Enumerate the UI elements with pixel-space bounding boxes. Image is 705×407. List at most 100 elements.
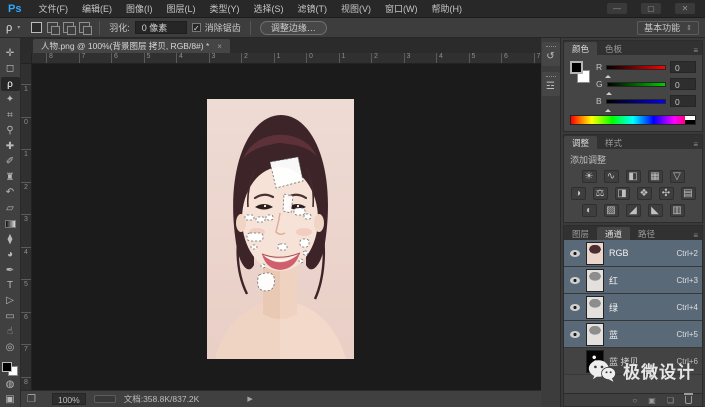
visibility-eye-icon[interactable] bbox=[568, 276, 581, 285]
menu-item-select[interactable]: 选择(S) bbox=[246, 2, 290, 15]
posterize-icon[interactable]: ▨ bbox=[604, 204, 619, 217]
channel-row-rgb[interactable]: RGB Ctrl+2 bbox=[564, 240, 702, 267]
levels-icon[interactable]: ∿ bbox=[604, 170, 619, 183]
move-tool[interactable]: ✛ bbox=[1, 46, 20, 60]
panel-menu-icon[interactable]: ≡ bbox=[693, 140, 702, 149]
channel-thumbnail[interactable] bbox=[586, 296, 604, 319]
lasso-tool[interactable]: ρ bbox=[1, 77, 20, 91]
blue-value-input[interactable]: 0 bbox=[670, 95, 696, 107]
new-channel-icon[interactable]: ❏ bbox=[667, 396, 674, 405]
channel-thumbnail[interactable] bbox=[586, 323, 604, 346]
green-value-input[interactable]: 0 bbox=[670, 78, 696, 90]
refine-edge-button[interactable]: 调整边缘… bbox=[260, 21, 327, 35]
eraser-tool[interactable]: ▱ bbox=[1, 201, 20, 215]
subtract-from-selection-icon[interactable] bbox=[63, 22, 74, 33]
history-brush-tool[interactable]: ↶ bbox=[1, 185, 20, 199]
exposure-icon[interactable]: ▦ bbox=[648, 170, 663, 183]
tab-adjustments[interactable]: 调整 bbox=[564, 136, 597, 149]
channel-thumbnail[interactable] bbox=[586, 242, 604, 265]
green-slider[interactable] bbox=[607, 82, 666, 87]
gradient-tool[interactable] bbox=[1, 216, 20, 230]
color-lookup-icon[interactable]: ▤ bbox=[681, 187, 696, 200]
visibility-eye-icon[interactable] bbox=[568, 330, 581, 339]
workspace-selector[interactable]: 基本功能 ⇕ bbox=[637, 21, 699, 35]
tab-channels[interactable]: 通道 bbox=[597, 227, 630, 240]
shape-tool[interactable]: ▭ bbox=[1, 309, 20, 323]
menu-item-layer[interactable]: 图层(L) bbox=[159, 2, 202, 15]
feather-input[interactable]: 0 像素 bbox=[135, 21, 187, 34]
gradient-map-icon[interactable]: ▥ bbox=[670, 204, 685, 217]
brightness-contrast-icon[interactable]: ☀ bbox=[582, 170, 597, 183]
minimize-button[interactable]: — bbox=[607, 3, 627, 14]
menu-item-view[interactable]: 视图(V) bbox=[334, 2, 378, 15]
red-slider[interactable] bbox=[606, 65, 666, 70]
channel-mixer-icon[interactable]: ✣ bbox=[659, 187, 674, 200]
menu-item-window[interactable]: 窗口(W) bbox=[378, 2, 425, 15]
photo-filter-icon[interactable]: ❖ bbox=[637, 187, 652, 200]
lasso-tool-icon[interactable]: ρ bbox=[6, 22, 12, 34]
threshold-icon[interactable]: ◢ bbox=[626, 204, 641, 217]
dodge-tool[interactable]: ◕ bbox=[1, 247, 20, 261]
pen-tool[interactable]: ✒ bbox=[1, 263, 20, 277]
horizontal-ruler[interactable]: 8765432101234567 bbox=[21, 53, 541, 64]
visibility-eye-icon[interactable] bbox=[568, 249, 581, 258]
zoom-level-input[interactable]: 100% bbox=[52, 393, 86, 405]
quick-mask-button[interactable]: ◍ bbox=[1, 377, 20, 391]
channel-thumbnail[interactable] bbox=[586, 269, 604, 292]
black-white-icon[interactable]: ◨ bbox=[615, 187, 630, 200]
clone-stamp-tool[interactable]: ♜ bbox=[1, 170, 20, 184]
tool-preset-arrow-icon[interactable]: ▾ bbox=[17, 24, 20, 31]
curves-icon[interactable]: ◧ bbox=[626, 170, 641, 183]
add-to-selection-icon[interactable] bbox=[47, 22, 58, 33]
invert-icon[interactable]: ◐ bbox=[582, 204, 597, 217]
menu-item-filter[interactable]: 滤镜(T) bbox=[290, 2, 334, 15]
menu-item-help[interactable]: 帮助(H) bbox=[424, 2, 469, 15]
tab-layers[interactable]: 图层 bbox=[564, 227, 597, 240]
menu-item-file[interactable]: 文件(F) bbox=[31, 2, 75, 15]
antialias-checkbox[interactable]: ✓ 消除锯齿 bbox=[192, 21, 241, 34]
hue-saturation-icon[interactable]: ◑ bbox=[571, 187, 586, 200]
close-button[interactable]: ✕ bbox=[675, 3, 695, 14]
portrait-image[interactable] bbox=[207, 99, 354, 359]
intersect-selection-icon[interactable] bbox=[79, 22, 90, 33]
save-selection-icon[interactable]: ▣ bbox=[648, 396, 656, 405]
document-tab[interactable]: 人物.png @ 100%(背景图层 拷贝, RGB/8#) * × bbox=[33, 39, 230, 53]
menu-item-edit[interactable]: 编辑(E) bbox=[75, 2, 119, 15]
maximize-button[interactable]: ▢ bbox=[641, 3, 661, 14]
load-selection-icon[interactable]: ○ bbox=[632, 396, 637, 405]
menu-item-image[interactable]: 图像(I) bbox=[119, 2, 160, 15]
path-selection-tool[interactable]: ▷ bbox=[1, 294, 20, 308]
marquee-tool[interactable]: ◻ bbox=[1, 61, 20, 75]
vibrance-icon[interactable]: ▽ bbox=[670, 170, 685, 183]
type-tool[interactable]: T bbox=[1, 278, 20, 292]
status-menu-arrow-icon[interactable]: ▶ bbox=[247, 395, 252, 403]
channel-row-green[interactable]: 绿 Ctrl+4 bbox=[564, 294, 702, 321]
color-balance-icon[interactable]: ⚖ bbox=[593, 187, 608, 200]
brush-tool[interactable]: ✐ bbox=[1, 154, 20, 168]
selective-color-icon[interactable]: ◣ bbox=[648, 204, 663, 217]
channel-row-red[interactable]: 红 Ctrl+3 bbox=[564, 267, 702, 294]
tab-swatches[interactable]: 色板 bbox=[597, 42, 630, 55]
new-selection-icon[interactable] bbox=[31, 22, 42, 33]
delete-channel-icon[interactable] bbox=[685, 396, 692, 404]
panel-menu-icon[interactable]: ≡ bbox=[693, 231, 702, 240]
quick-selection-tool[interactable]: ✦ bbox=[1, 92, 20, 106]
canvas[interactable] bbox=[32, 64, 541, 390]
tab-color[interactable]: 颜色 bbox=[564, 42, 597, 55]
zoom-tool[interactable]: ◎ bbox=[1, 340, 20, 354]
blue-slider[interactable] bbox=[606, 99, 666, 104]
vertical-ruler[interactable]: 1012345678 bbox=[21, 64, 32, 390]
panel-menu-icon[interactable]: ≡ bbox=[693, 46, 702, 55]
foreground-color-swatch[interactable] bbox=[570, 61, 583, 74]
crop-tool[interactable]: ⌗ bbox=[1, 108, 20, 122]
visibility-eye-icon[interactable] bbox=[568, 303, 581, 312]
screen-mode-button[interactable]: ▣ bbox=[1, 393, 20, 407]
properties-panel-button[interactable]: ☲ bbox=[542, 72, 560, 96]
eyedropper-tool[interactable]: ⚲ bbox=[1, 123, 20, 137]
channel-row-blue[interactable]: 蓝 Ctrl+5 bbox=[564, 321, 702, 348]
history-panel-button[interactable]: ↺ bbox=[542, 42, 560, 66]
tab-styles[interactable]: 样式 bbox=[597, 136, 630, 149]
menu-item-type[interactable]: 类型(Y) bbox=[202, 2, 246, 15]
hand-tool[interactable]: ☝ bbox=[1, 325, 20, 339]
healing-brush-tool[interactable]: ✚ bbox=[1, 139, 20, 153]
